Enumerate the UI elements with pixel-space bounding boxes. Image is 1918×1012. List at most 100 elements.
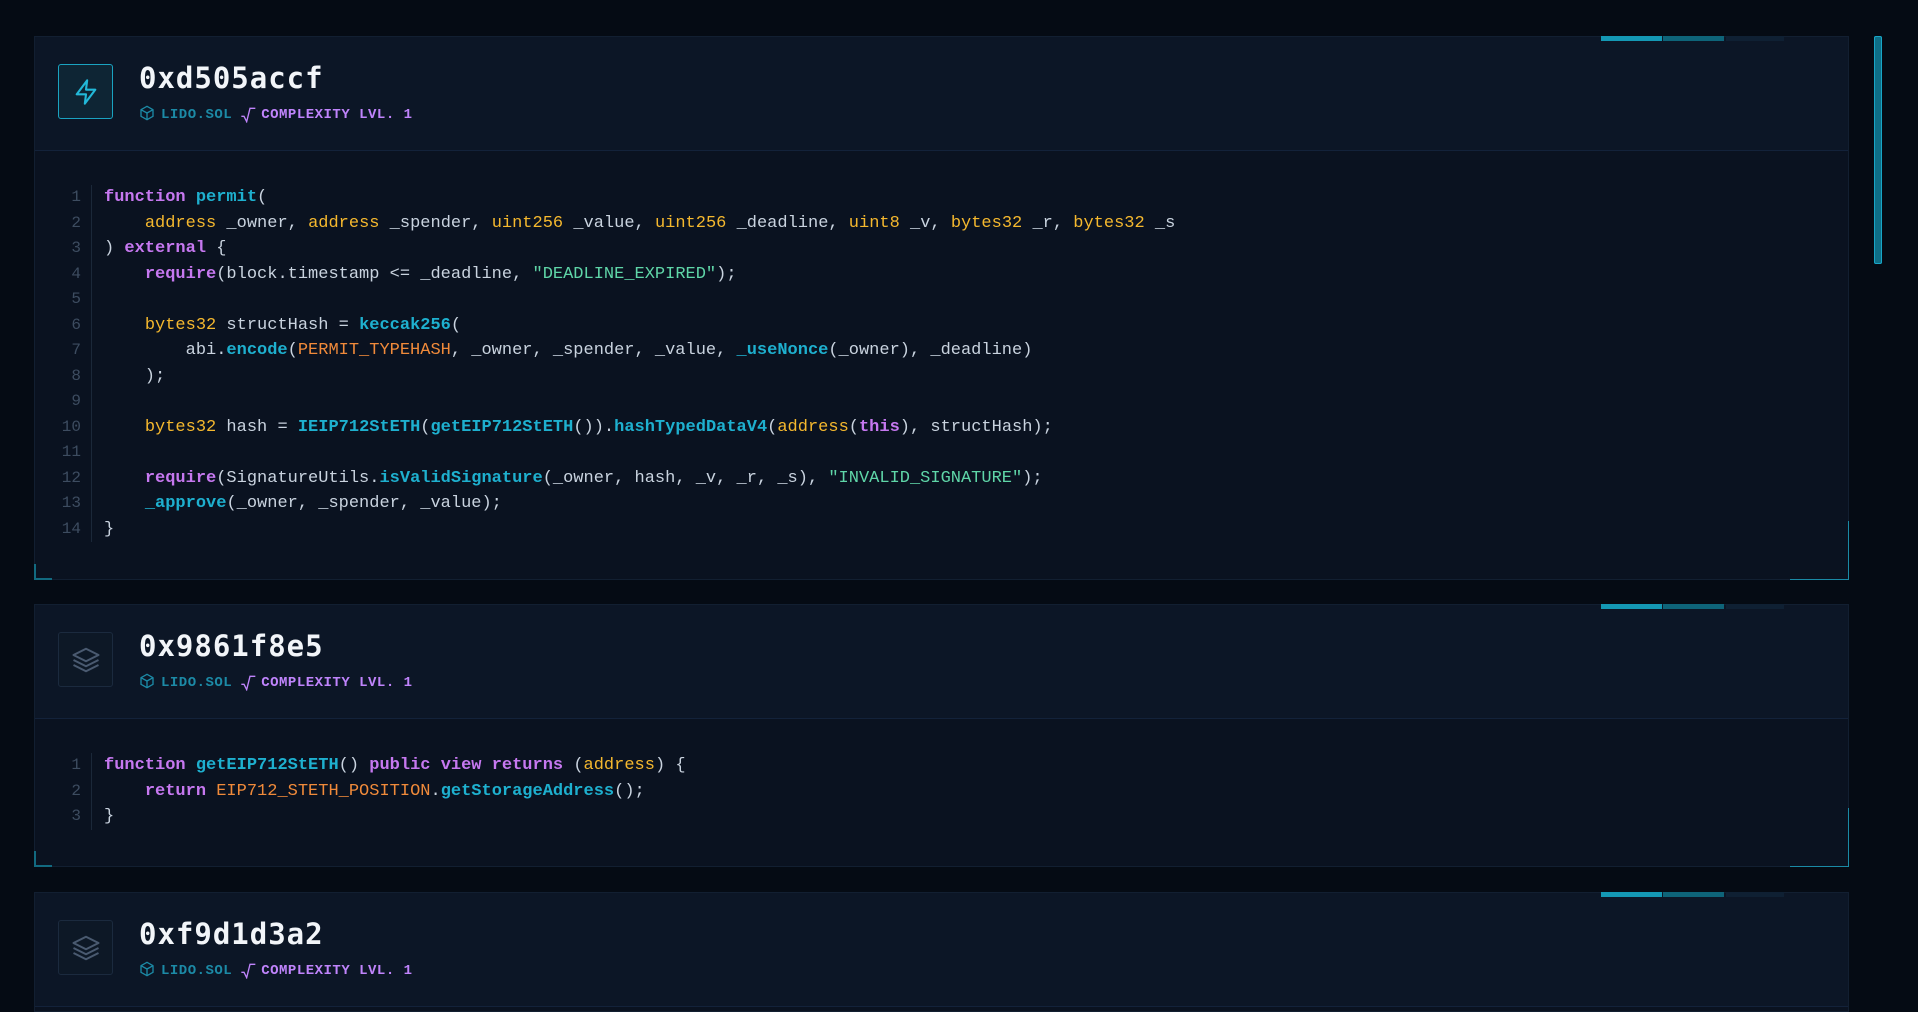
code-line: 9 <box>35 389 1848 415</box>
code-token: bytes32 <box>144 315 217 335</box>
code-text: function permit( <box>92 185 267 211</box>
cube-icon <box>139 673 155 694</box>
code-block: 1 function permit(2 address _owner, addre… <box>35 151 1848 542</box>
panel-header: 0x9861f8e5 LIDO.SOL COMPLEXITY LVL. 1 <box>35 604 1848 719</box>
code-token: uint256 <box>491 213 564 233</box>
code-token: ( <box>420 417 431 437</box>
complexity-label: COMPLEXITY LVL. 1 <box>261 963 413 979</box>
line-number: 3 <box>35 236 92 262</box>
lightning-icon <box>58 64 113 119</box>
code-token: uint8 <box>848 213 900 233</box>
source-file-label: LIDO.SOL <box>161 107 233 123</box>
line-number: 5 <box>35 287 92 313</box>
line-number: 1 <box>35 185 92 211</box>
line-number: 3 <box>35 804 92 830</box>
function-selector-title: 0xd505accf <box>139 61 324 95</box>
function-panel: 0x9861f8e5 LIDO.SOL COMPLEXITY LVL. 1 1f… <box>34 604 1849 867</box>
cube-icon <box>139 105 155 126</box>
panel-header: 0xf9d1d3a2 LIDO.SOL COMPLEXITY LVL. 1 <box>35 892 1848 1007</box>
code-token: bytes32 <box>950 213 1023 233</box>
code-token: bytes32 <box>144 417 217 437</box>
code-token: IEIP712StETH <box>297 417 421 437</box>
code-token: _owner, <box>216 213 309 233</box>
corner-decoration <box>34 851 52 867</box>
code-token: _deadline, <box>726 213 849 233</box>
code-token: ( <box>848 417 859 437</box>
code-token: } <box>104 519 115 539</box>
code-token: (_owner, hash, _v, _r, _s), <box>542 468 829 488</box>
code-token: address <box>144 213 217 233</box>
code-token: require <box>144 264 217 284</box>
code-token: hash = <box>216 417 298 437</box>
corner-decoration <box>34 564 52 580</box>
code-token: { <box>206 239 227 258</box>
panel-header: 0xd505accf LIDO.SOL COMPLEXITY LVL. 1 <box>35 36 1848 151</box>
code-token: () <box>338 756 370 775</box>
code-token: ( <box>450 315 462 335</box>
code-token: getEIP712StETH <box>195 756 339 775</box>
code-text: return EIP712_STETH_POSITION.getStorageA… <box>92 779 645 805</box>
code-token: , _owner, _spender, _value, <box>450 341 737 360</box>
code-token: function <box>104 188 186 207</box>
code-token: address <box>777 417 849 437</box>
line-number: 7 <box>35 338 92 364</box>
code-token: keccak256 <box>359 315 451 335</box>
code-token: (); <box>614 781 645 801</box>
code-token: external <box>124 239 207 258</box>
line-number: 2 <box>35 210 92 236</box>
code-text: _approve(_owner, _spender, _value); <box>92 491 502 517</box>
corner-decoration <box>1790 521 1849 580</box>
code-token: _s <box>1144 213 1176 233</box>
code-token: return <box>144 781 207 801</box>
cube-icon <box>139 961 155 982</box>
line-number: 11 <box>35 440 92 466</box>
line-number: 14 <box>35 516 92 542</box>
code-text: abi.encode(PERMIT_TYPEHASH, _owner, _spe… <box>92 338 1033 364</box>
code-token: (_owner), _deadline) <box>828 341 1033 360</box>
line-number: 9 <box>35 389 92 415</box>
line-number: 6 <box>35 312 92 338</box>
panel-meta: LIDO.SOL COMPLEXITY LVL. 1 <box>139 961 413 981</box>
code-token: structHash = <box>216 315 360 335</box>
code-token: require <box>144 468 217 488</box>
code-line: 13 _approve(_owner, _spender, _value); <box>35 491 1848 517</box>
code-token: permit <box>195 188 258 207</box>
code-token: this <box>858 417 900 437</box>
code-line: 1 function getEIP712StETH() public view r… <box>35 753 1848 779</box>
complexity-label: COMPLEXITY LVL. 1 <box>261 675 413 691</box>
code-block: 1 function getEIP712StETH() public view r… <box>35 719 1848 830</box>
sqrt-icon <box>240 963 256 979</box>
code-line: 7 abi.encode(PERMIT_TYPEHASH, _owner, _s… <box>35 338 1848 364</box>
code-token: ); <box>716 264 737 284</box>
code-token: EIP712_STETH_POSITION <box>216 781 431 801</box>
code-token: bytes32 <box>1073 213 1145 233</box>
code-text: address _owner, address _spender, uint25… <box>92 211 1175 237</box>
scrollbar-thumb[interactable] <box>1874 36 1882 264</box>
code-line: 11 <box>35 440 1848 466</box>
function-panel: 0xf9d1d3a2 LIDO.SOL COMPLEXITY LVL. 1 <box>34 892 1849 1012</box>
code-token: PERMIT_TYPEHASH <box>297 341 451 360</box>
code-token: address <box>583 756 655 775</box>
code-text: ); <box>92 364 165 390</box>
code-token: ), structHash); <box>899 417 1053 437</box>
code-line: 2 return EIP712_STETH_POSITION.getStorag… <box>35 778 1848 805</box>
code-token: returns <box>491 756 564 775</box>
code-token: public <box>369 756 431 775</box>
complexity-label: COMPLEXITY LVL. 1 <box>261 107 413 123</box>
code-token: view <box>440 756 482 775</box>
layers-icon <box>58 920 113 975</box>
code-token: hashTypedDataV4 <box>614 417 768 437</box>
code-token: function <box>104 756 186 775</box>
function-selector-title: 0xf9d1d3a2 <box>139 917 324 951</box>
code-token: _r, <box>1022 213 1074 233</box>
